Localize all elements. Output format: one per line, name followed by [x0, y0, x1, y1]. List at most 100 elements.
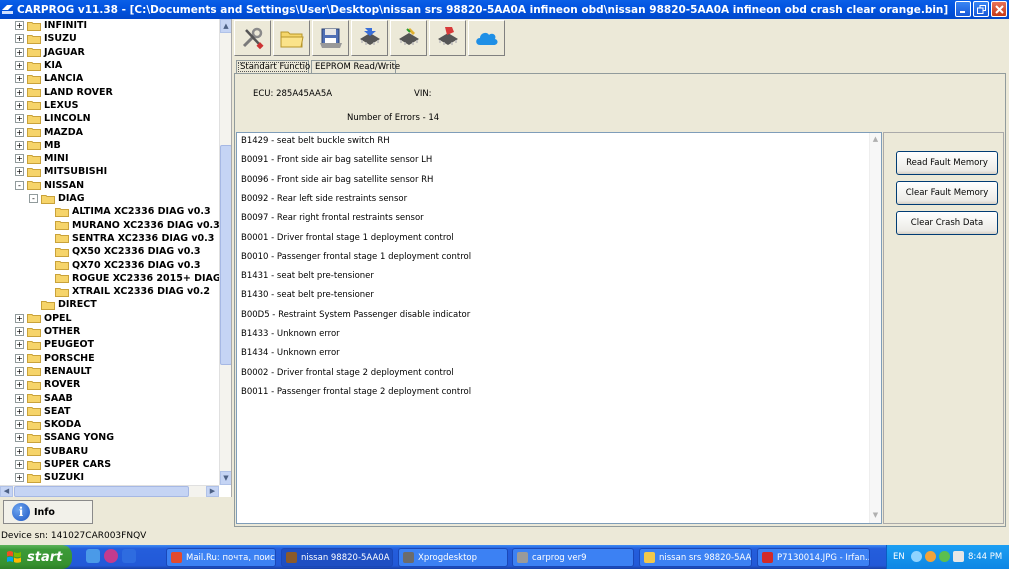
browser-icon[interactable]: [122, 549, 136, 563]
clear-crash-data-button[interactable]: Clear Crash Data: [896, 211, 998, 235]
expand-icon[interactable]: +: [15, 167, 24, 177]
tree-item[interactable]: XTRAIL XC2336 DIAG v0.2: [43, 285, 210, 298]
expand-icon[interactable]: +: [15, 21, 24, 31]
tab-standart-functions[interactable]: Standart Functions: [236, 60, 320, 74]
expand-icon[interactable]: +: [15, 100, 24, 110]
expand-icon[interactable]: +: [15, 114, 24, 124]
tree-item[interactable]: + MINI: [15, 152, 68, 165]
expand-icon[interactable]: +: [15, 154, 24, 164]
read-chip-button[interactable]: [351, 20, 388, 56]
tree-item[interactable]: + MB: [15, 139, 61, 152]
volume-icon[interactable]: [953, 551, 964, 562]
tree-item[interactable]: + OTHER: [15, 325, 80, 338]
tree-item[interactable]: + LINCOLN: [15, 112, 91, 125]
tree-item[interactable]: + JAGUAR: [15, 46, 85, 59]
security-icon[interactable]: [939, 551, 950, 562]
tree-item[interactable]: - DIAG: [29, 192, 85, 205]
clear-fault-memory-button[interactable]: Clear Fault Memory: [896, 181, 998, 205]
tree-item[interactable]: + LAND ROVER: [15, 86, 113, 99]
tree-item[interactable]: + SAAB: [15, 391, 73, 404]
tree-item[interactable]: + MITSUBISHI: [15, 165, 107, 178]
expand-icon[interactable]: +: [15, 127, 24, 137]
error-row[interactable]: B0011 - Passenger frontal stage 2 deploy…: [241, 387, 471, 397]
tree-vertical-scrollbar[interactable]: ▲ ▼: [219, 19, 231, 485]
tree-item[interactable]: + OPEL: [15, 312, 72, 325]
tree-item[interactable]: + SEAT: [15, 405, 70, 418]
taskbar-button[interactable]: nissan srs 98820-5AA...: [639, 548, 752, 567]
tree-item[interactable]: + KIA: [15, 59, 62, 72]
show-desktop-icon[interactable]: [86, 549, 100, 563]
write-chip-button[interactable]: [390, 20, 427, 56]
network-icon[interactable]: [911, 551, 922, 562]
tree-item[interactable]: + INFINITI: [15, 19, 87, 32]
tree-item[interactable]: + SSANG YONG: [15, 431, 114, 444]
tree-item[interactable]: + PORSCHE: [15, 352, 95, 365]
tree-item[interactable]: + SUPER CARS: [15, 458, 111, 471]
error-row[interactable]: B1433 - Unknown error: [241, 329, 340, 339]
error-row[interactable]: B0091 - Front side air bag satellite sen…: [241, 155, 432, 165]
tree-item[interactable]: + ROVER: [15, 378, 80, 391]
tree-item[interactable]: + LANCIA: [15, 72, 83, 85]
error-row[interactable]: B0097 - Rear right frontal restraints se…: [241, 213, 424, 223]
tree-item[interactable]: SENTRA XC2336 DIAG v0.3: [43, 232, 214, 245]
expand-icon[interactable]: +: [15, 140, 24, 150]
taskbar-button[interactable]: nissan 98820-5AA0A ...: [281, 548, 393, 567]
expand-icon[interactable]: +: [15, 313, 24, 323]
expand-icon[interactable]: +: [15, 473, 24, 483]
tree-item[interactable]: + SUBARU: [15, 445, 88, 458]
expand-icon[interactable]: +: [15, 34, 24, 44]
tree-item[interactable]: + SUZUKI: [15, 471, 84, 484]
taskbar-button[interactable]: P7130014.JPG - Irfan...: [757, 548, 870, 567]
expand-icon[interactable]: +: [15, 340, 24, 350]
tab-eeprom-read-write[interactable]: EEPROM Read/Write: [311, 60, 400, 74]
expand-icon[interactable]: +: [15, 327, 24, 337]
tree-item[interactable]: QX70 XC2336 DIAG v0.3: [43, 258, 201, 271]
error-row[interactable]: B0001 - Driver frontal stage 1 deploymen…: [241, 233, 454, 243]
media-player-icon[interactable]: [104, 549, 118, 563]
vehicle-tree[interactable]: + INFINITI + ISUZU + JAGUAR + KIA + LANCIA + LAND R…: [0, 19, 232, 497]
erase-chip-button[interactable]: [429, 20, 466, 56]
tree-horizontal-scroll-thumb[interactable]: [14, 486, 189, 497]
expand-icon[interactable]: +: [15, 87, 24, 97]
tree-item[interactable]: + PEUGEOT: [15, 338, 94, 351]
expand-icon[interactable]: +: [15, 406, 24, 416]
error-row[interactable]: B1434 - Unknown error: [241, 348, 340, 358]
error-row[interactable]: B0002 - Driver frontal stage 2 deploymen…: [241, 368, 454, 378]
error-row[interactable]: B1430 - seat belt pre-tensioner: [241, 290, 374, 300]
list-scroll-up-icon[interactable]: ▲: [870, 133, 881, 146]
error-row[interactable]: B0010 - Passenger frontal stage 1 deploy…: [241, 252, 471, 262]
taskbar-button[interactable]: carprog ver9: [512, 548, 634, 567]
expand-icon[interactable]: +: [15, 74, 24, 84]
start-button[interactable]: start: [0, 545, 72, 569]
tree-item[interactable]: + ISUZU: [15, 32, 77, 45]
tree-item[interactable]: + SKODA: [15, 418, 81, 431]
expand-icon[interactable]: +: [15, 446, 24, 456]
collapse-icon[interactable]: -: [15, 180, 24, 190]
expand-icon[interactable]: +: [15, 366, 24, 376]
tree-item[interactable]: MURANO XC2336 DIAG v0.3: [43, 219, 220, 232]
expand-icon[interactable]: +: [15, 420, 24, 430]
tree-item[interactable]: QX50 XC2336 DIAG v0.3: [43, 245, 201, 258]
expand-icon[interactable]: +: [15, 47, 24, 57]
info-button[interactable]: i Info: [3, 500, 93, 524]
expand-icon[interactable]: +: [15, 460, 24, 470]
tree-horizontal-scrollbar[interactable]: ◀ ▶: [0, 485, 219, 497]
error-list-scrollbar[interactable]: ▲ ▼: [869, 133, 881, 523]
scroll-down-arrow-icon[interactable]: ▼: [220, 471, 231, 485]
antivirus-icon[interactable]: [925, 551, 936, 562]
scroll-left-arrow-icon[interactable]: ◀: [0, 486, 13, 497]
open-file-button[interactable]: [273, 20, 310, 56]
language-indicator[interactable]: EN: [893, 552, 905, 562]
tree-item[interactable]: ALTIMA XC2336 DIAG v0.3: [43, 205, 211, 218]
error-list[interactable]: B1429 - seat belt buckle switch RH B0091 …: [236, 132, 882, 524]
tree-item[interactable]: + RENAULT: [15, 365, 92, 378]
tree-item[interactable]: ROGUE XC2336 2015+ DIAG v0: [43, 272, 231, 285]
tree-item[interactable]: - NISSAN: [15, 179, 84, 192]
cloud-button[interactable]: [468, 20, 505, 56]
expand-icon[interactable]: +: [15, 433, 24, 443]
error-row[interactable]: B0092 - Rear left side restraints sensor: [241, 194, 407, 204]
error-row[interactable]: B1431 - seat belt pre-tensioner: [241, 271, 374, 281]
minimize-button[interactable]: [955, 1, 971, 17]
maximize-button[interactable]: [973, 1, 989, 17]
save-file-button[interactable]: [312, 20, 349, 56]
